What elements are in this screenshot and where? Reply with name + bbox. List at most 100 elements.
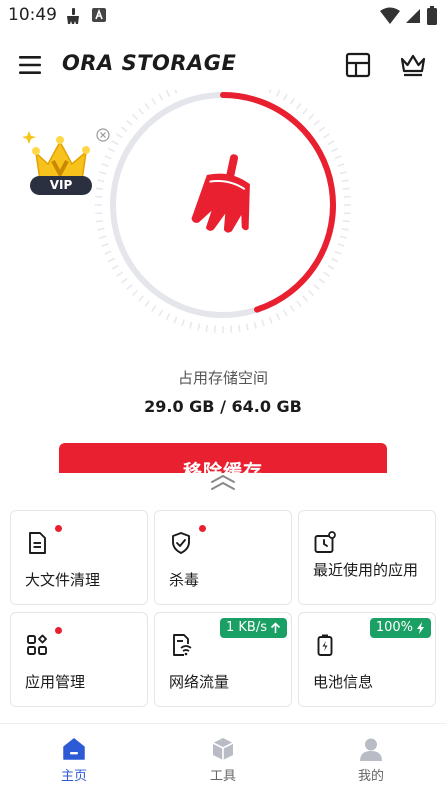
gauge-tick — [189, 321, 193, 329]
network-speed-badge: 1 KB/s — [220, 618, 287, 638]
nav-label-mine: 我的 — [357, 769, 384, 784]
gauge-tick — [158, 309, 164, 317]
gauge-tick — [253, 321, 257, 329]
nav-label-home: 主页 — [60, 769, 87, 784]
layout-icon[interactable] — [344, 51, 372, 79]
shield-check-icon — [172, 532, 190, 554]
gauge-tick — [151, 98, 157, 105]
broom-notification-icon — [67, 8, 79, 24]
gauge-tick — [296, 102, 302, 110]
gauge-tick — [331, 147, 339, 153]
tool-card-battery-info[interactable]: 100% 电池信息 — [298, 612, 436, 707]
gauge-tick — [144, 102, 150, 110]
tool-card-app-management[interactable]: 应用管理 — [10, 612, 148, 707]
gauge-tick — [302, 108, 308, 115]
clear-cache-button[interactable]: 移除缓存 — [59, 443, 387, 473]
gauge-tick — [289, 305, 295, 312]
gauge-tick — [174, 90, 178, 94]
nav-item-tools[interactable]: 工具 — [183, 736, 263, 784]
chevron-up-icon[interactable] — [206, 473, 240, 493]
gauge-tick — [275, 90, 281, 97]
gauge-tick — [131, 289, 139, 297]
gauge-tick — [245, 323, 249, 331]
gauge-tick — [138, 295, 144, 302]
document-icon — [29, 532, 46, 554]
home-icon — [63, 738, 85, 760]
network-speed-value: 1 KB/s — [226, 620, 267, 635]
gauge-tick — [165, 90, 171, 97]
gauge-tick — [275, 313, 281, 321]
gauge-tick — [296, 300, 302, 308]
gauge-tick — [268, 316, 273, 324]
signal-icon — [406, 9, 420, 23]
battery-level-value: 100% — [375, 620, 413, 635]
status-bar: 10:49 — [0, 0, 446, 32]
menu-icon[interactable] — [16, 52, 44, 78]
crown-icon[interactable] — [398, 50, 428, 80]
gauge-tick — [165, 313, 171, 321]
battery-icon — [317, 634, 333, 656]
gauge-tick — [341, 227, 349, 231]
gauge-tick — [126, 120, 133, 126]
battery-status-icon — [427, 6, 437, 25]
wifi-icon — [380, 7, 400, 24]
tool-card-large-file-cleanup[interactable]: 大文件清理 — [10, 510, 148, 605]
tool-card-antivirus[interactable]: 杀毒 — [154, 510, 292, 605]
tool-card-network-traffic[interactable]: 1 KB/s 网络流量 — [154, 612, 292, 707]
profile-icon — [360, 738, 382, 761]
tool-grid: 大文件清理 杀毒 最近使用的应用 应用管理 1 KB/s 网络流量 100% 电… — [10, 510, 436, 708]
gauge-tick — [331, 257, 339, 263]
gauge-tick — [107, 257, 115, 263]
gauge-tick — [313, 120, 320, 126]
gauge-tick — [339, 235, 347, 239]
status-notification-icons — [64, 7, 107, 25]
gauge-tick — [282, 309, 288, 317]
notification-dot — [55, 627, 62, 634]
gauge-tick — [342, 187, 351, 190]
clear-cache-label: 移除缓存 — [182, 461, 263, 473]
gauge-tick — [268, 90, 272, 94]
storage-usage-value: 29.0 GB / 64.0 GB — [144, 397, 302, 416]
notification-dot — [199, 525, 206, 532]
tool-label: 应用管理 — [25, 673, 86, 691]
app-title: ORA STORAGE — [62, 51, 237, 75]
storage-caption: 占用存储空间 — [177, 369, 268, 387]
bottom-navigation: 主页 工具 我的 — [0, 723, 446, 794]
gauge-tick — [111, 264, 119, 270]
gauge-tick — [307, 289, 315, 297]
gauge-tick — [120, 278, 128, 284]
tool-card-recent-apps[interactable]: 最近使用的应用 — [298, 510, 436, 605]
gauge-tick — [144, 300, 150, 308]
tool-label: 网络流量 — [169, 673, 230, 691]
font-a-notification-icon — [92, 8, 106, 22]
gauge-tick — [261, 319, 265, 327]
gauge-tick — [99, 235, 107, 239]
app-header: ORA STORAGE — [0, 40, 446, 90]
vip-label: VIP — [30, 176, 92, 195]
gauge-tick — [116, 271, 123, 277]
nav-item-mine[interactable]: 我的 — [331, 736, 411, 784]
gauge-tick — [197, 323, 201, 331]
gauge-tick — [131, 113, 139, 121]
vip-badge[interactable]: VIP — [20, 126, 116, 198]
close-icon[interactable] — [96, 128, 110, 142]
gauge-tick — [126, 284, 133, 290]
network-traffic-icon — [173, 634, 192, 656]
gauge-tick — [95, 220, 104, 223]
gauge-tick — [120, 126, 128, 132]
gauge-tick — [238, 324, 241, 333]
notification-dot — [55, 525, 62, 532]
gauge-tick — [337, 243, 345, 247]
tool-label: 电池信息 — [313, 673, 374, 691]
status-system-icons — [380, 6, 438, 26]
tools-box-icon — [212, 738, 234, 760]
nav-item-home[interactable]: 主页 — [34, 736, 114, 784]
gauge-tick — [334, 155, 342, 160]
gauge-tick — [318, 126, 326, 132]
gauge-tick — [307, 113, 315, 121]
gauge-tick — [205, 324, 208, 333]
arrow-up-icon — [270, 622, 281, 633]
broom-icon — [191, 154, 250, 233]
gauge-tick — [323, 271, 330, 277]
apps-grid-icon — [27, 634, 47, 655]
